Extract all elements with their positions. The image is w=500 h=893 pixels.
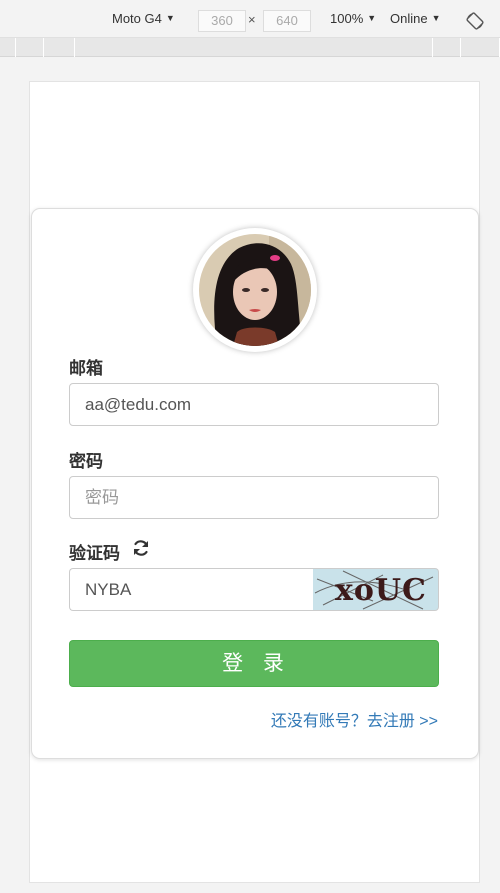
- password-label: 密码: [69, 452, 103, 471]
- caret-down-icon: ▼: [431, 12, 441, 23]
- ruler-segment[interactable]: [16, 38, 44, 57]
- network-value: Online: [390, 11, 428, 26]
- refresh-icon[interactable]: [131, 538, 151, 558]
- caret-down-icon: ▼: [367, 12, 377, 23]
- register-link[interactable]: 还没有账号？去注册 >>: [271, 707, 438, 731]
- device-select[interactable]: Moto G4 ▼: [112, 11, 175, 26]
- email-field[interactable]: aa@tedu.com: [69, 383, 439, 426]
- avatar: [193, 228, 317, 352]
- ruler-segment[interactable]: [433, 38, 461, 57]
- ruler-segment[interactable]: [75, 38, 433, 57]
- captcha-field[interactable]: NYBA: [69, 568, 314, 611]
- login-button[interactable]: 登 录: [69, 640, 439, 687]
- device-name: Moto G4: [112, 11, 162, 26]
- times-icon: ×: [248, 12, 256, 27]
- ruler-segment[interactable]: [44, 38, 75, 57]
- email-label: 邮箱: [69, 359, 103, 378]
- network-select[interactable]: Online ▼: [390, 11, 441, 26]
- ruler-segment[interactable]: [461, 38, 500, 57]
- media-query-ruler: [0, 38, 500, 57]
- captcha-label: 验证码: [69, 544, 120, 563]
- zoom-value: 100%: [330, 11, 364, 26]
- device-toolbar: Moto G4 ▼ 360 × 640 100% ▼ Online ▼: [0, 0, 500, 38]
- caret-down-icon: ▼: [165, 12, 175, 23]
- width-input[interactable]: 360: [198, 10, 246, 32]
- rotate-icon[interactable]: [466, 12, 484, 30]
- ruler-segment[interactable]: [0, 38, 16, 57]
- zoom-select[interactable]: 100% ▼: [330, 11, 376, 26]
- height-input[interactable]: 640: [263, 10, 311, 32]
- captcha-text: xoUC: [335, 573, 427, 608]
- captcha-image[interactable]: xoUC: [313, 568, 439, 611]
- password-field[interactable]: 密码: [69, 476, 439, 519]
- avatar-image: [199, 234, 311, 346]
